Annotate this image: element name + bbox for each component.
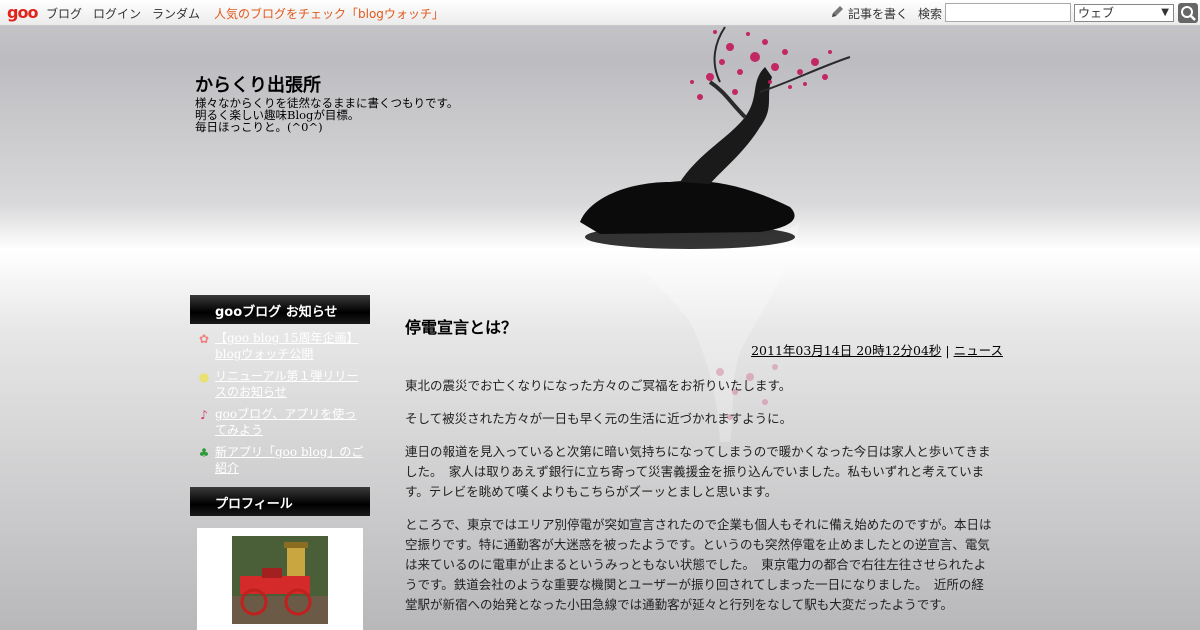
notice-link[interactable]: 新アプリ「goo blog」のご紹介 bbox=[215, 445, 363, 475]
post-meta: 2011年03月14日 20時12分04秒 | ニュース bbox=[751, 340, 1003, 359]
login-link[interactable]: ログイン bbox=[93, 5, 141, 22]
profile-box bbox=[197, 528, 363, 630]
lightbulb-icon: ● bbox=[198, 370, 210, 384]
post-category-link[interactable]: ニュース bbox=[954, 343, 1003, 358]
notice-link[interactable]: リニューアル第１弾リリースのお知らせ bbox=[215, 369, 358, 399]
notice-link[interactable]: gooブログ、アプリを使ってみよう bbox=[215, 407, 356, 437]
blog-watch-link[interactable]: 人気のブログをチェック「blogウォッチ」 bbox=[214, 5, 444, 22]
post-paragraph: 東北の震災でお亡くなりになった方々のご冥福をお祈りいたします。 bbox=[405, 378, 792, 393]
blog-description-line: 毎日ほっこりと。(^0^) bbox=[195, 120, 323, 134]
list-item: ● リニューアル第１弾リリースのお知らせ bbox=[196, 368, 364, 400]
notice-list: ✿ 【goo blog 15周年企画】blogウォッチ公開 ● リニューアル第１… bbox=[196, 330, 364, 482]
clover-icon: ♣ bbox=[198, 446, 210, 460]
meta-separator: | bbox=[945, 343, 950, 358]
search-input[interactable] bbox=[945, 3, 1071, 22]
blog-title[interactable]: からくり出張所 bbox=[195, 71, 321, 97]
write-post-link[interactable]: 記事を書く bbox=[848, 5, 908, 22]
post-paragraph: ところで、東京ではエリア別停電が突如宣言されたので企業も個人もそれに備え始めたの… bbox=[405, 517, 992, 612]
search-button[interactable] bbox=[1178, 3, 1198, 23]
post-date-link[interactable]: 2011年03月14日 20時12分04秒 bbox=[751, 343, 941, 358]
random-link[interactable]: ランダム bbox=[152, 5, 200, 22]
list-item: ♪ gooブログ、アプリを使ってみよう bbox=[196, 406, 364, 438]
search-scope-select[interactable]: ウェブ ▼ bbox=[1074, 4, 1174, 22]
post-paragraph: そして被災された方々が一日も早く元の生活に近づかれますように。 bbox=[405, 411, 793, 426]
dropdown-arrow-icon: ▼ bbox=[1161, 7, 1169, 18]
post-paragraph: 連日の報道を見入っていると次第に暗い気持ちになってしまうので暖かくなった今日は家… bbox=[405, 444, 991, 499]
search-label: 検索 bbox=[918, 7, 943, 21]
notice-link[interactable]: 【goo blog 15周年企画】blogウォッチ公開 bbox=[215, 331, 358, 361]
list-item: ♣ 新アプリ「goo blog」のご紹介 bbox=[196, 444, 364, 476]
search-scope-value: ウェブ bbox=[1078, 6, 1115, 20]
blog-description: 様々なからくりを徒然なるままに書くつもりです。 明るく楽しい趣味Blogが目標。… bbox=[195, 97, 495, 133]
flower-icon: ✿ bbox=[198, 332, 210, 346]
post-title[interactable]: 停電宣言とは？ bbox=[405, 314, 517, 338]
music-note-icon: ♪ bbox=[200, 408, 208, 422]
post-body: 東北の震災でお亡くなりになった方々のご冥福をお祈りいたします。 そして被災された… bbox=[405, 376, 995, 628]
pencil-icon bbox=[832, 6, 843, 17]
profile-image[interactable] bbox=[232, 536, 328, 624]
blog-link[interactable]: ブログ bbox=[46, 5, 82, 22]
sidebar-profile-heading: プロフィール bbox=[190, 487, 370, 516]
goo-logo[interactable]: goo bbox=[7, 3, 38, 22]
sidebar-notice-heading: gooブログ お知らせ bbox=[190, 295, 370, 324]
list-item: ✿ 【goo blog 15周年企画】blogウォッチ公開 bbox=[196, 330, 364, 362]
